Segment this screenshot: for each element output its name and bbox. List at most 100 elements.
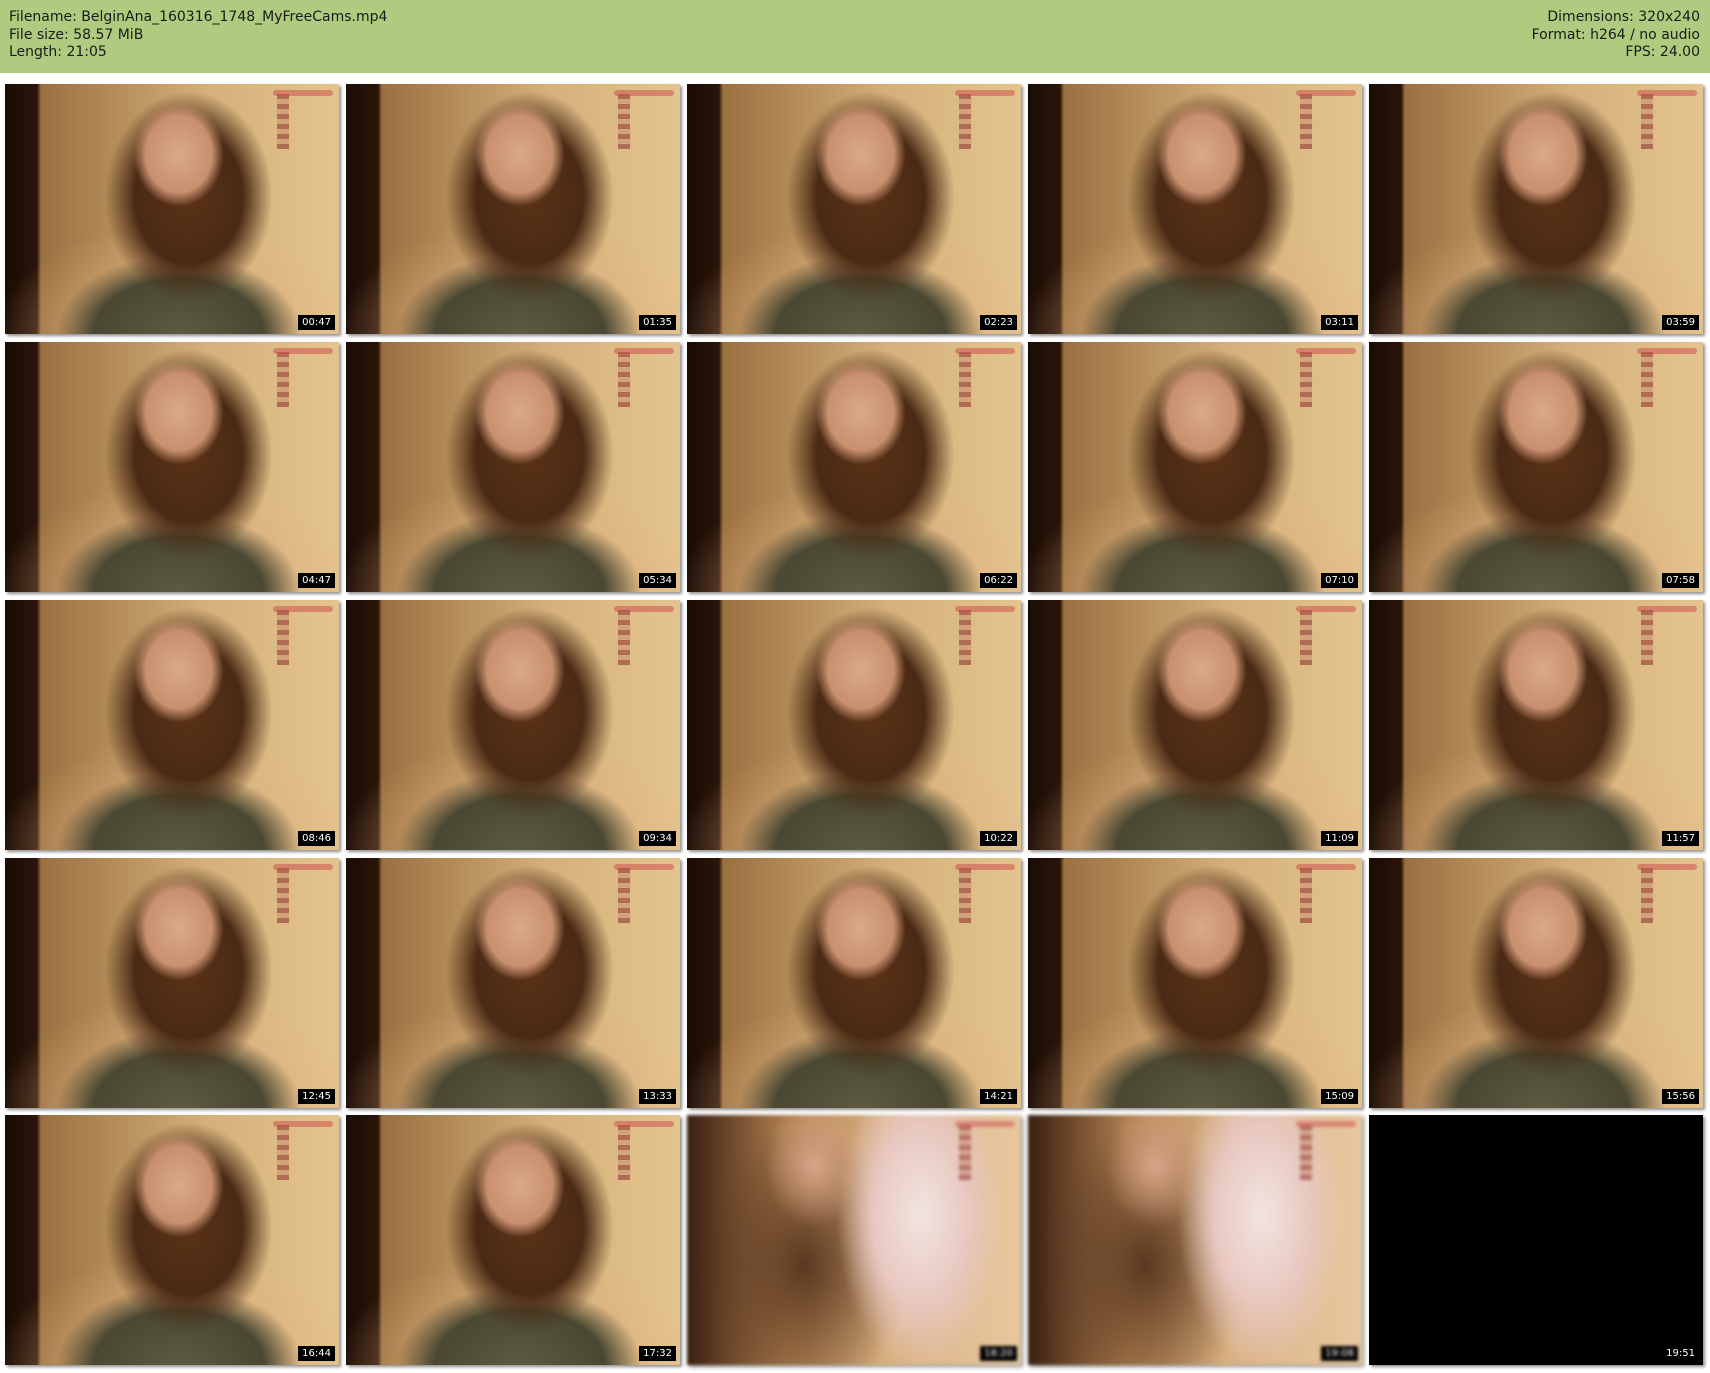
format-text: Format: h264 / no audio [1531, 26, 1700, 43]
thumbnail-timestamp: 08:46 [298, 831, 335, 846]
video-thumbnail: 15:56 [1369, 858, 1703, 1108]
background-decoration [1300, 610, 1312, 665]
video-thumbnail: 04:47 [5, 342, 339, 592]
length-text: Length: 21:05 [9, 44, 107, 60]
background-decoration [1300, 94, 1312, 149]
background-decoration [1641, 610, 1653, 665]
background-decoration [277, 868, 289, 923]
thumbnail-timestamp: 19:08 [1321, 1346, 1358, 1361]
video-thumbnail: 18:20 [687, 1115, 1021, 1365]
watermark-logo [955, 606, 1015, 612]
background-decoration [618, 1125, 630, 1180]
video-thumbnail: 14:21 [687, 858, 1021, 1108]
video-thumbnail: 05:34 [346, 342, 680, 592]
info-header: Filename: BelginAna_160316_1748_MyFreeCa… [0, 0, 1710, 73]
watermark-logo [1296, 1121, 1356, 1127]
watermark-logo [1296, 90, 1356, 96]
background-decoration [959, 868, 971, 923]
thumbnail-timestamp: 15:09 [1321, 1089, 1358, 1104]
background-decoration [277, 352, 289, 407]
watermark-logo [955, 864, 1015, 870]
watermark-logo [1296, 348, 1356, 354]
background-decoration [618, 94, 630, 149]
background-decoration [959, 352, 971, 407]
thumbnail-timestamp: 11:09 [1321, 831, 1358, 846]
background-decoration [277, 1125, 289, 1180]
background-decoration [618, 352, 630, 407]
video-thumbnail: 03:11 [1028, 84, 1362, 334]
watermark-logo [955, 1121, 1015, 1127]
video-thumbnail: 03:59 [1369, 84, 1703, 334]
watermark-logo [614, 606, 674, 612]
video-thumbnail: 17:32 [346, 1115, 680, 1365]
thumbnail-timestamp: 03:59 [1662, 315, 1699, 330]
video-thumbnail: 09:34 [346, 600, 680, 850]
background-decoration [1641, 868, 1653, 923]
thumbnail-timestamp: 16:44 [298, 1346, 335, 1361]
video-thumbnail: 00:47 [5, 84, 339, 334]
watermark-logo [273, 606, 333, 612]
thumbnail-timestamp: 02:23 [980, 315, 1017, 330]
watermark-logo [614, 1121, 674, 1127]
background-decoration [277, 94, 289, 149]
background-decoration [959, 1125, 971, 1180]
background-decoration [959, 94, 971, 149]
video-thumbnail: 15:09 [1028, 858, 1362, 1108]
thumbnail-timestamp: 06:22 [980, 573, 1017, 588]
video-thumbnail: 07:10 [1028, 342, 1362, 592]
watermark-logo [614, 864, 674, 870]
video-thumbnail: 08:46 [5, 600, 339, 850]
background-decoration [618, 868, 630, 923]
watermark-logo [1637, 348, 1697, 354]
watermark-logo [273, 90, 333, 96]
video-thumbnail: 11:57 [1369, 600, 1703, 850]
info-left-column: Filename: BelginAna_160316_1748_MyFreeCa… [9, 9, 387, 62]
video-thumbnail: 02:23 [687, 84, 1021, 334]
video-thumbnail: 12:45 [5, 858, 339, 1108]
thumbnail-timestamp: 03:11 [1321, 315, 1358, 330]
background-decoration [1641, 94, 1653, 149]
video-thumbnail: 10:22 [687, 600, 1021, 850]
thumbnail-timestamp: 10:22 [980, 831, 1017, 846]
thumbnail-timestamp: 04:47 [298, 573, 335, 588]
video-thumbnail: 16:44 [5, 1115, 339, 1365]
thumbnail-timestamp: 12:45 [298, 1089, 335, 1104]
video-thumbnail: 19:51 [1369, 1115, 1703, 1365]
watermark-logo [955, 348, 1015, 354]
watermark-logo [955, 90, 1015, 96]
video-thumbnail: 11:09 [1028, 600, 1362, 850]
filename-text: Filename: BelginAna_160316_1748_MyFreeCa… [9, 9, 388, 25]
video-thumbnail: 07:58 [1369, 342, 1703, 592]
watermark-logo [1296, 864, 1356, 870]
thumbnail-timestamp: 09:34 [639, 831, 676, 846]
watermark-logo [1637, 606, 1697, 612]
video-thumbnail: 01:35 [346, 84, 680, 334]
thumbnail-timestamp: 05:34 [639, 573, 676, 588]
video-thumbnail: 19:08 [1028, 1115, 1362, 1365]
watermark-logo [1637, 864, 1697, 870]
video-thumbnail: 06:22 [687, 342, 1021, 592]
thumbnail-timestamp: 07:58 [1662, 573, 1699, 588]
thumbnail-timestamp: 13:33 [639, 1089, 676, 1104]
thumbnail-timestamp: 11:57 [1662, 831, 1699, 846]
watermark-logo [273, 348, 333, 354]
video-thumbnail: 13:33 [346, 858, 680, 1108]
background-decoration [1300, 352, 1312, 407]
background-decoration [1641, 352, 1653, 407]
thumbnail-timestamp: 14:21 [980, 1089, 1017, 1104]
watermark-logo [614, 90, 674, 96]
watermark-logo [1296, 606, 1356, 612]
watermark-logo [614, 348, 674, 354]
watermark-logo [1637, 90, 1697, 96]
dimensions-text: Dimensions: 320x240 [1547, 9, 1700, 25]
background-decoration [1300, 868, 1312, 923]
background-decoration [277, 610, 289, 665]
thumbnail-timestamp: 07:10 [1321, 573, 1358, 588]
thumbnail-timestamp: 15:56 [1662, 1089, 1699, 1104]
thumbnail-timestamp: 17:32 [639, 1346, 676, 1361]
info-right-column: Dimensions: 320x240 Format: h264 / no au… [1532, 9, 1700, 62]
watermark-logo [273, 1121, 333, 1127]
fps-text: FPS: 24.00 [1625, 44, 1700, 60]
background-decoration [618, 610, 630, 665]
background-decoration [1300, 1125, 1312, 1180]
